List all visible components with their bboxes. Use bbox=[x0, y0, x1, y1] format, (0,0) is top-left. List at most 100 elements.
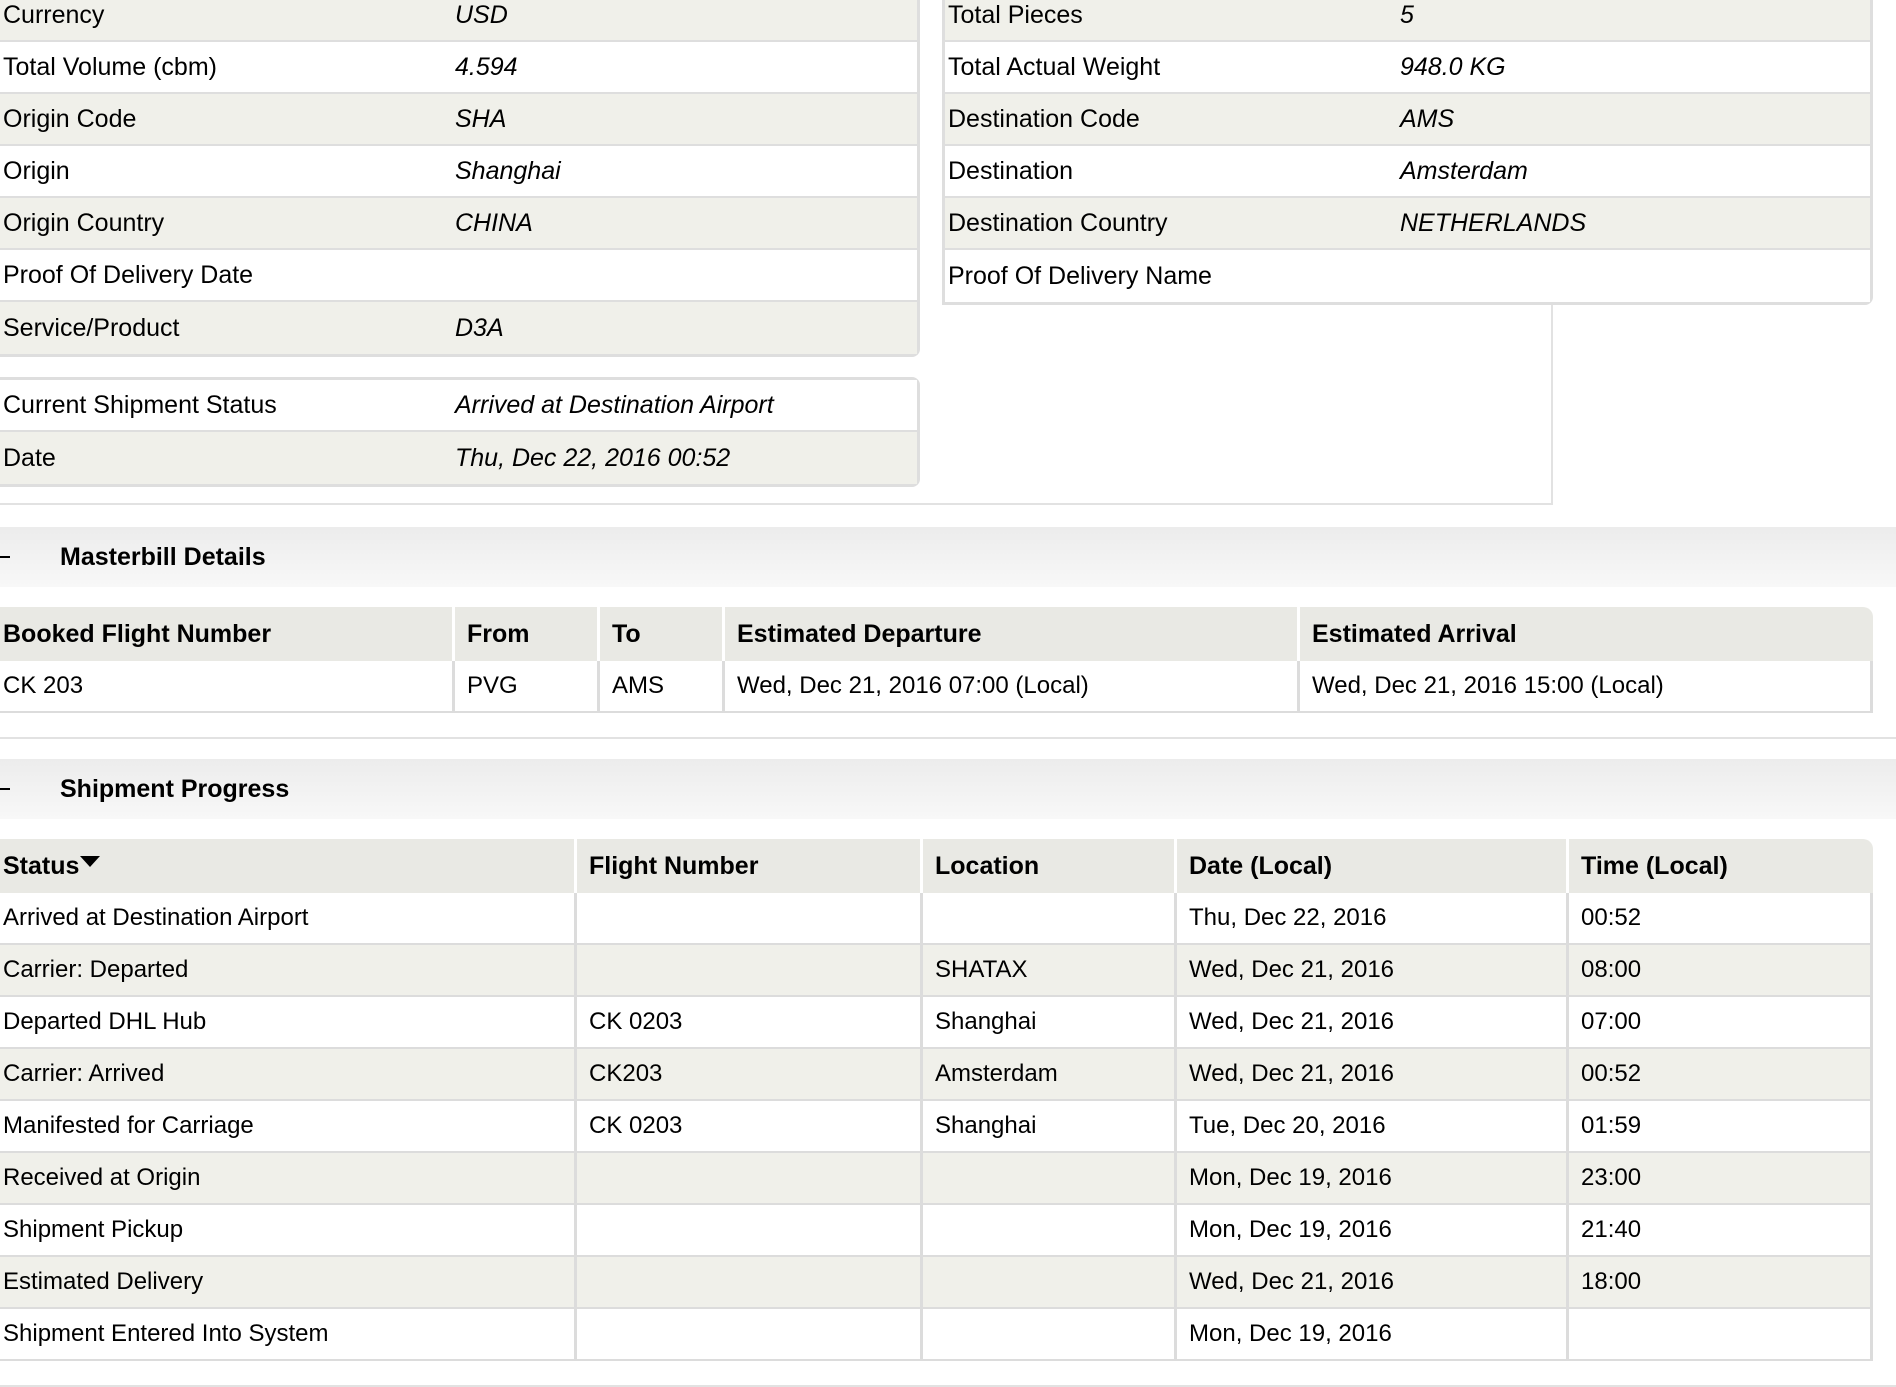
summary-left-block: Currency USD Total Volume (cbm) 4.594 Origin… bbox=[0, 0, 920, 357]
column-header[interactable]: Status bbox=[0, 839, 577, 893]
table-cell: 08:00 bbox=[1569, 945, 1873, 997]
progress-section-header[interactable]: Shipment Progress bbox=[0, 759, 1896, 819]
collapse-minus-icon[interactable] bbox=[0, 556, 10, 558]
summary-value: SHA bbox=[455, 104, 507, 133]
summary-label: Proof Of Delivery Name bbox=[948, 261, 1212, 290]
table-cell bbox=[577, 1257, 923, 1309]
column-header-label: To bbox=[612, 619, 641, 648]
table-row: Carrier: Arrived CK203 Amsterdam Wed, Dec 2… bbox=[0, 1049, 1873, 1101]
column-header[interactable]: To bbox=[600, 607, 725, 661]
table-cell: Mon, Dec 19, 2016 bbox=[1177, 1205, 1569, 1257]
summary-label: Proof Of Delivery Date bbox=[3, 260, 254, 289]
column-header-label: Booked Flight Number bbox=[3, 619, 272, 648]
masterbill-title: Masterbill Details bbox=[60, 542, 266, 571]
summary-label: Total Actual Weight bbox=[948, 52, 1161, 81]
summary-value: NETHERLANDS bbox=[1400, 208, 1587, 237]
summary-row: Currency USD bbox=[0, 0, 917, 42]
table-row: Departed DHL Hub CK 0203 Shanghai Wed, Dec … bbox=[0, 997, 1873, 1049]
summary-label: Destination Country bbox=[948, 208, 1168, 237]
table-cell: Shanghai bbox=[923, 1101, 1177, 1153]
column-header[interactable]: From bbox=[455, 607, 600, 661]
table-cell: 00:52 bbox=[1569, 893, 1873, 945]
table-cell: Tue, Dec 20, 2016 bbox=[1177, 1101, 1569, 1153]
table-cell: Carrier: Arrived bbox=[0, 1049, 577, 1101]
table-cell: CK 0203 bbox=[577, 997, 923, 1049]
table-cell: Estimated Delivery bbox=[0, 1257, 577, 1309]
column-header-label: Time (Local) bbox=[1581, 851, 1728, 880]
table-cell: Shipment Entered Into System bbox=[0, 1309, 577, 1361]
summary-value: Shanghai bbox=[455, 156, 561, 185]
summary-row: Service/Product D3A bbox=[0, 302, 917, 354]
column-header[interactable]: Estimated Arrival bbox=[1300, 607, 1873, 661]
column-header[interactable]: Estimated Departure bbox=[725, 607, 1300, 661]
sort-descending-icon[interactable] bbox=[80, 855, 101, 867]
table-cell: CK 203 bbox=[0, 661, 455, 713]
summary-label: Destination bbox=[948, 156, 1074, 185]
summary-label: Origin bbox=[3, 156, 70, 185]
table-cell bbox=[923, 1309, 1177, 1361]
table-cell bbox=[923, 1205, 1177, 1257]
table-cell: Wed, Dec 21, 2016 bbox=[1177, 1049, 1569, 1101]
table-cell: Mon, Dec 19, 2016 bbox=[1177, 1309, 1569, 1361]
table-cell bbox=[923, 1153, 1177, 1205]
column-header[interactable]: Time (Local) bbox=[1569, 839, 1873, 893]
summary-right-block: Total Pieces 5 Total Actual Weight 948.0 KG… bbox=[942, 0, 1873, 305]
summary-row: Destination Code AMS bbox=[945, 94, 1870, 146]
column-header[interactable]: Location bbox=[923, 839, 1177, 893]
table-cell bbox=[1569, 1309, 1873, 1361]
table-cell bbox=[577, 1309, 923, 1361]
summary-label: Service/Product bbox=[3, 313, 180, 342]
column-header-label: Estimated Departure bbox=[737, 619, 982, 648]
column-header-label: Date (Local) bbox=[1189, 851, 1333, 880]
summary-label: Total Volume (cbm) bbox=[3, 52, 217, 81]
summary-row: Origin Country CHINA bbox=[0, 198, 917, 250]
table-cell: PVG bbox=[455, 661, 600, 713]
progress-table: Status Flight Number Location Date (Local) T… bbox=[0, 839, 1873, 1361]
table-cell: CK 0203 bbox=[577, 1101, 923, 1153]
column-header[interactable]: Date (Local) bbox=[1177, 839, 1569, 893]
summary-row: Proof Of Delivery Date bbox=[0, 250, 917, 302]
table-cell: 21:40 bbox=[1569, 1205, 1873, 1257]
table-cell: Amsterdam bbox=[923, 1049, 1177, 1101]
summary-value: AMS bbox=[1400, 104, 1455, 133]
table-cell bbox=[577, 1153, 923, 1205]
table-cell bbox=[577, 1205, 923, 1257]
table-row: Received at Origin Mon, Dec 19, 2016 23:00 bbox=[0, 1153, 1873, 1205]
table-cell: Wed, Dec 21, 2016 bbox=[1177, 997, 1569, 1049]
column-header[interactable]: Flight Number bbox=[577, 839, 923, 893]
column-header[interactable]: Booked Flight Number bbox=[0, 607, 455, 661]
shipment-status-block: Current Shipment Status Arrived at Destin… bbox=[0, 377, 920, 487]
table-row: Carrier: Departed SHATAX Wed, Dec 21, 2016… bbox=[0, 945, 1873, 997]
summary-value: Thu, Dec 22, 2016 00:52 bbox=[455, 443, 731, 472]
summary-label: Destination Code bbox=[948, 104, 1140, 133]
summary-label: Current Shipment Status bbox=[3, 390, 277, 419]
table-cell: Carrier: Departed bbox=[0, 945, 577, 997]
summary-value: 4.594 bbox=[455, 52, 518, 81]
summary-value: D3A bbox=[455, 313, 504, 342]
table-cell: Departed DHL Hub bbox=[0, 997, 577, 1049]
summary-value: USD bbox=[455, 0, 508, 29]
table-cell: Wed, Dec 21, 2016 07:00 (Local) bbox=[725, 661, 1300, 713]
table-cell: CK203 bbox=[577, 1049, 923, 1101]
summary-value: 5 bbox=[1400, 0, 1414, 29]
summary-value: CHINA bbox=[455, 208, 533, 237]
masterbill-section-header[interactable]: Masterbill Details bbox=[0, 527, 1896, 587]
summary-value: 948.0 KG bbox=[1400, 52, 1506, 81]
table-row: CK 203 PVG AMS Wed, Dec 21, 2016 07:00 (Loc… bbox=[0, 661, 1873, 713]
table-row: Shipment Entered Into System Mon, Dec 19,… bbox=[0, 1309, 1873, 1361]
table-row: Manifested for Carriage CK 0203 Shanghai Tu… bbox=[0, 1101, 1873, 1153]
table-cell: AMS bbox=[600, 661, 725, 713]
summary-row: Date Thu, Dec 22, 2016 00:52 bbox=[0, 432, 917, 484]
table-cell: Shanghai bbox=[923, 997, 1177, 1049]
table-cell: Wed, Dec 21, 2016 bbox=[1177, 945, 1569, 997]
collapse-minus-icon[interactable] bbox=[0, 788, 10, 790]
table-cell: Received at Origin bbox=[0, 1153, 577, 1205]
summary-row: Current Shipment Status Arrived at Destin… bbox=[0, 380, 917, 432]
column-header-label: From bbox=[467, 619, 530, 648]
table-row: Shipment Pickup Mon, Dec 19, 2016 21:40 bbox=[0, 1205, 1873, 1257]
progress-title: Shipment Progress bbox=[60, 774, 290, 803]
summary-row: Origin Shanghai bbox=[0, 146, 917, 198]
table-cell: 00:52 bbox=[1569, 1049, 1873, 1101]
table-cell: Wed, Dec 21, 2016 bbox=[1177, 1257, 1569, 1309]
summary-row: Total Volume (cbm) 4.594 bbox=[0, 42, 917, 94]
